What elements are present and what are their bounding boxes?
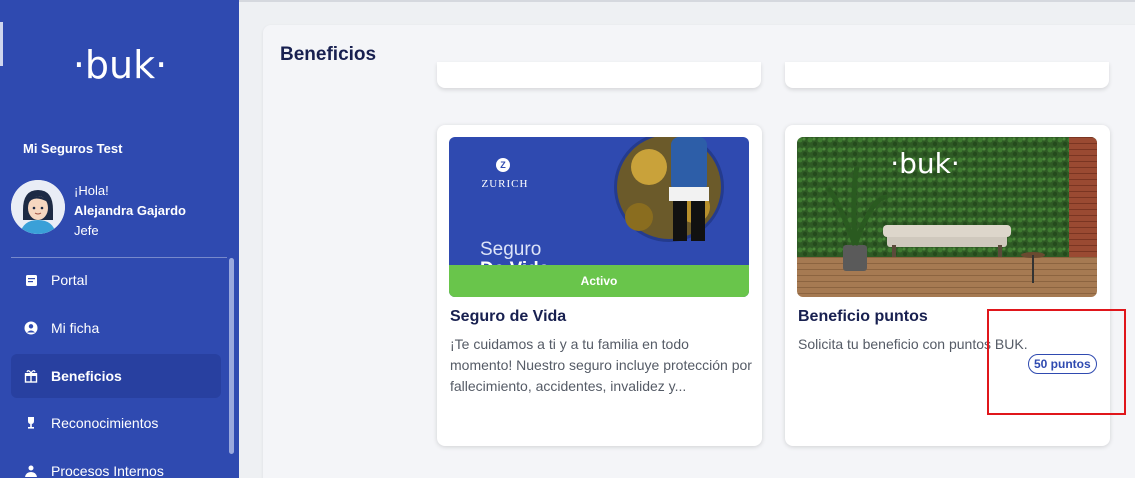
avatar[interactable] [11, 180, 65, 234]
nav-item-reconocimientos[interactable]: Reconocimientos [11, 401, 221, 445]
buk-logo[interactable]: ·buk· [70, 44, 170, 88]
greeting: ¡Hola! [74, 183, 109, 198]
benefit-image-zurich: Z ZURICH Seguro De Vida Activo [449, 137, 749, 297]
nav-label-mi-ficha: Mi ficha [51, 320, 100, 336]
nav-item-beneficios[interactable]: Beneficios [11, 354, 221, 398]
benefit-card-seguro-de-vida[interactable]: Z ZURICH Seguro De Vida Activo Seguro de… [437, 125, 762, 446]
user-circle-icon [23, 320, 39, 336]
gift-icon [23, 368, 39, 384]
nav-label-procesos-internos: Procesos Internos [51, 463, 164, 478]
page-title: Beneficios [280, 44, 377, 65]
user-greeting-block: ¡Hola! Alejandra Gajardo Jefe [74, 181, 186, 241]
card-title: Beneficio puntos [798, 308, 928, 325]
svg-text:Z: Z [500, 160, 506, 170]
nav-label-portal: Portal [51, 272, 88, 288]
sidebar-edge [0, 22, 3, 66]
card-stub-right[interactable] [785, 62, 1109, 88]
card-title: Seguro de Vida [450, 308, 567, 325]
nav-label-beneficios: Beneficios [51, 368, 122, 384]
svg-text:·buk·: ·buk· [73, 44, 167, 87]
card-stub-left[interactable] [437, 62, 761, 88]
sidebar: ·buk· Mi Seguros Test ¡Hola! Alejandra G… [0, 0, 239, 478]
nav-label-reconocimientos: Reconocimientos [51, 415, 159, 431]
sidebar-scrollbar[interactable] [229, 258, 234, 454]
top-border [239, 0, 1135, 2]
highlight-box [987, 309, 1126, 415]
card-description: ¡Te cuidamos a ti y a tu familia en todo… [450, 336, 752, 394]
nav-item-portal[interactable]: Portal [11, 258, 221, 302]
status-badge: Activo [449, 265, 749, 297]
user-role: Jefe [74, 223, 99, 238]
trophy-icon [23, 415, 39, 431]
svg-text:ZURICH: ZURICH [482, 178, 529, 190]
nav-item-mi-ficha[interactable]: Mi ficha [11, 306, 221, 350]
svg-text:Seguro: Seguro [480, 239, 541, 260]
user-name: Alejandra Gajardo [74, 203, 186, 218]
svg-text:·buk·: ·buk· [890, 147, 960, 180]
benefit-image-buk-office: ·buk· [797, 137, 1097, 297]
nav-item-procesos-internos[interactable]: Procesos Internos [11, 449, 221, 478]
document-icon [23, 272, 39, 288]
user-process-icon [23, 463, 39, 478]
company-name: Mi Seguros Test [23, 141, 123, 156]
